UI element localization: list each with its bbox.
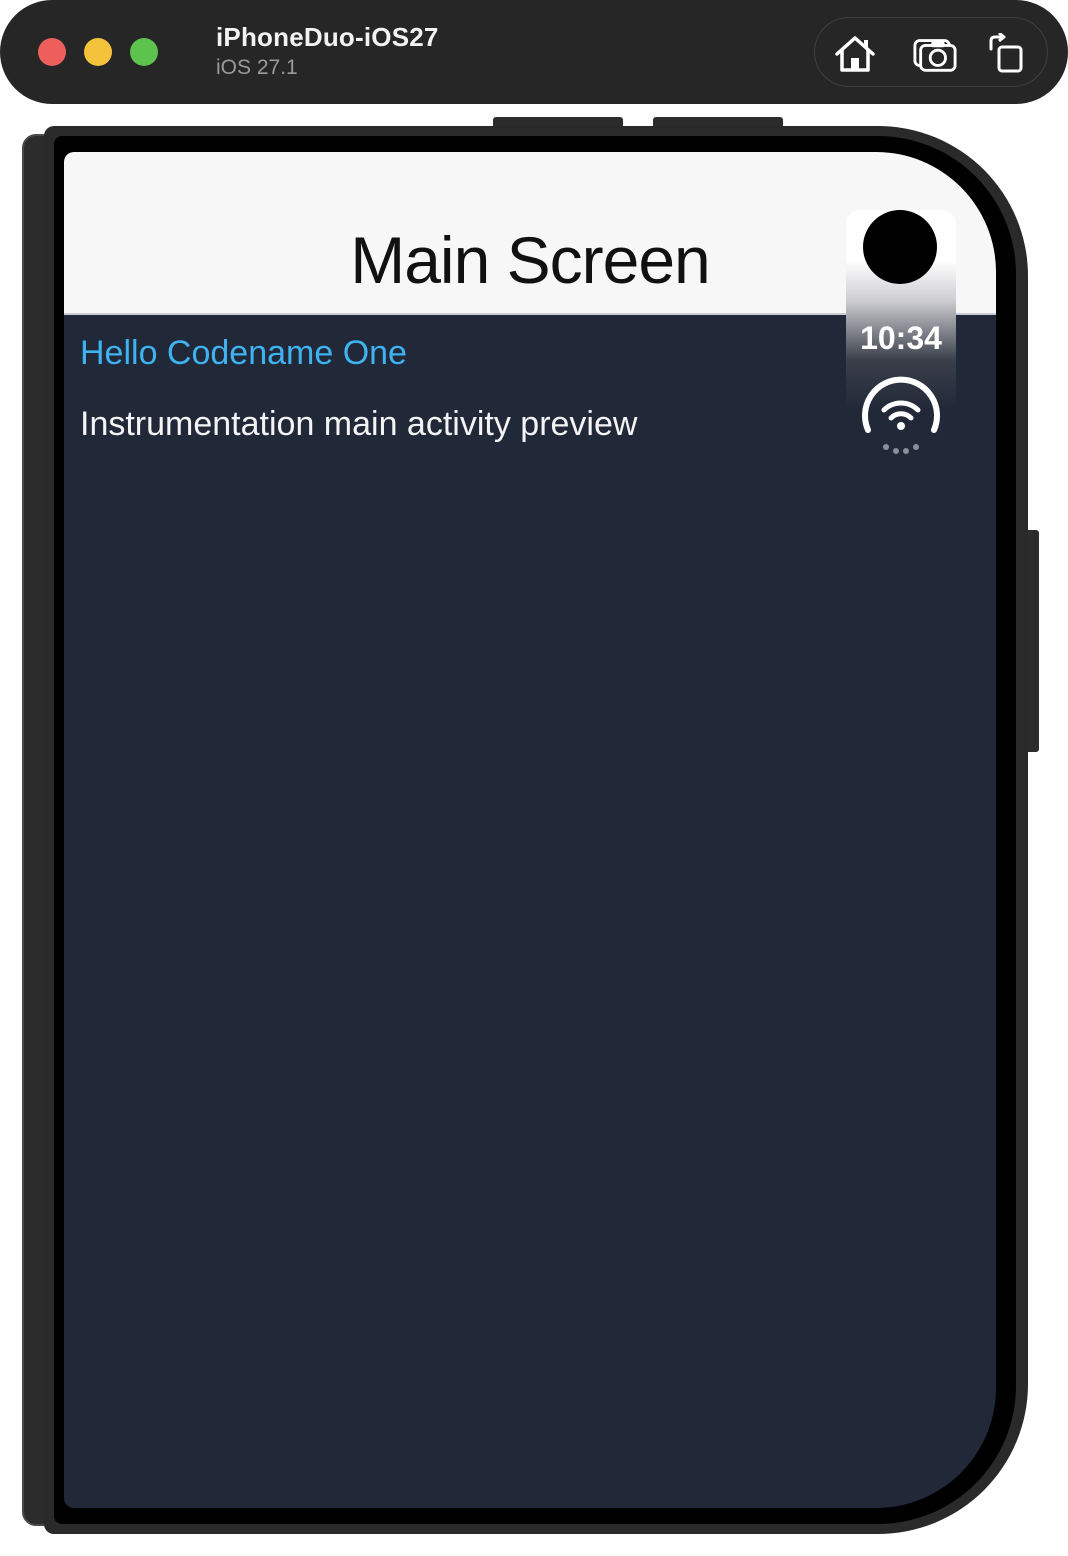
home-icon	[835, 36, 875, 72]
device-screen[interactable]: Main Screen Hello Codename One Instrumen…	[64, 152, 996, 1508]
status-bar-pill: 10:34	[846, 210, 956, 470]
simulator-title-bar: iPhoneDuo-iOS27 iOS 27.1	[0, 0, 1068, 104]
description-label: Instrumentation main activity preview	[80, 405, 638, 443]
device-os-version: iOS 27.1	[216, 56, 298, 79]
rotate-icon	[989, 33, 1023, 73]
status-time: 10:34	[860, 320, 942, 356]
screenshot-button[interactable]	[913, 32, 957, 76]
close-window-button[interactable]	[38, 38, 66, 66]
hello-label: Hello Codename One	[80, 334, 407, 372]
device-name: iPhoneDuo-iOS27	[216, 22, 439, 52]
home-button[interactable]	[833, 32, 877, 76]
front-camera	[863, 210, 937, 284]
minimize-window-button[interactable]	[84, 38, 112, 66]
rotate-button[interactable]	[985, 32, 1029, 76]
wifi-icon	[862, 376, 940, 454]
camera-icon	[913, 39, 957, 72]
maximize-window-button[interactable]	[130, 38, 158, 66]
simulator-toolbar	[814, 17, 1048, 87]
simulator-window: iPhoneDuo-iOS27 iOS 27.1 Main Screen Hel…	[0, 0, 1068, 1556]
